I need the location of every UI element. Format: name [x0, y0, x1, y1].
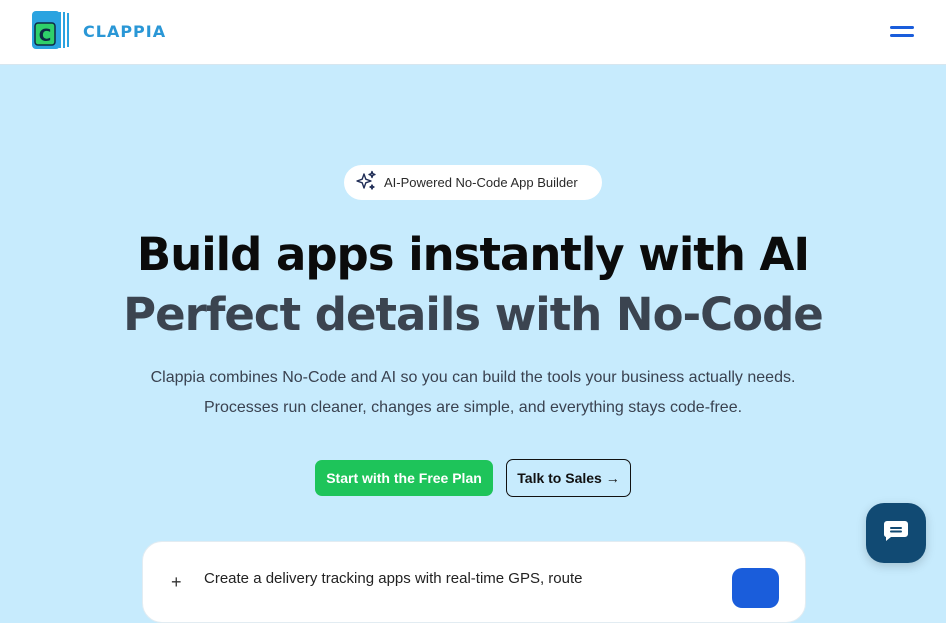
clappia-logo-icon: C — [31, 10, 71, 50]
chat-bubble-icon — [883, 520, 909, 547]
site-header: C CLAPPIA — [0, 0, 946, 65]
hamburger-menu-icon[interactable] — [884, 22, 918, 44]
talk-to-sales-button[interactable]: Talk to Sales → — [506, 459, 631, 497]
hero-description-line-2: Processes run cleaner, changes are simpl… — [203, 399, 743, 416]
brand-name: CLAPPIA — [83, 21, 167, 41]
chat-button[interactable] — [866, 503, 926, 563]
start-free-plan-button[interactable]: Start with the Free Plan — [315, 460, 493, 496]
sparkles-icon — [355, 170, 377, 195]
badge-text: AI-Powered No-Code App Builder — [384, 175, 578, 190]
logo-letter: C — [39, 26, 51, 46]
hero-subheadline: Perfect details with No-Code — [123, 288, 824, 341]
ai-prompt-card: + Create a delivery tracking apps with r… — [142, 541, 806, 623]
send-button[interactable] — [732, 568, 779, 608]
brand-logo[interactable]: C CLAPPIA — [31, 10, 166, 50]
add-attachment-button[interactable]: + — [171, 572, 182, 593]
prompt-input[interactable]: Create a delivery tracking apps with rea… — [204, 570, 664, 587]
hero-headline: Build apps instantly with AI — [136, 228, 810, 281]
hero-badge: AI-Powered No-Code App Builder — [344, 165, 602, 200]
hero-description-line-1: Clappia combines No-Code and AI so you c… — [150, 369, 796, 386]
